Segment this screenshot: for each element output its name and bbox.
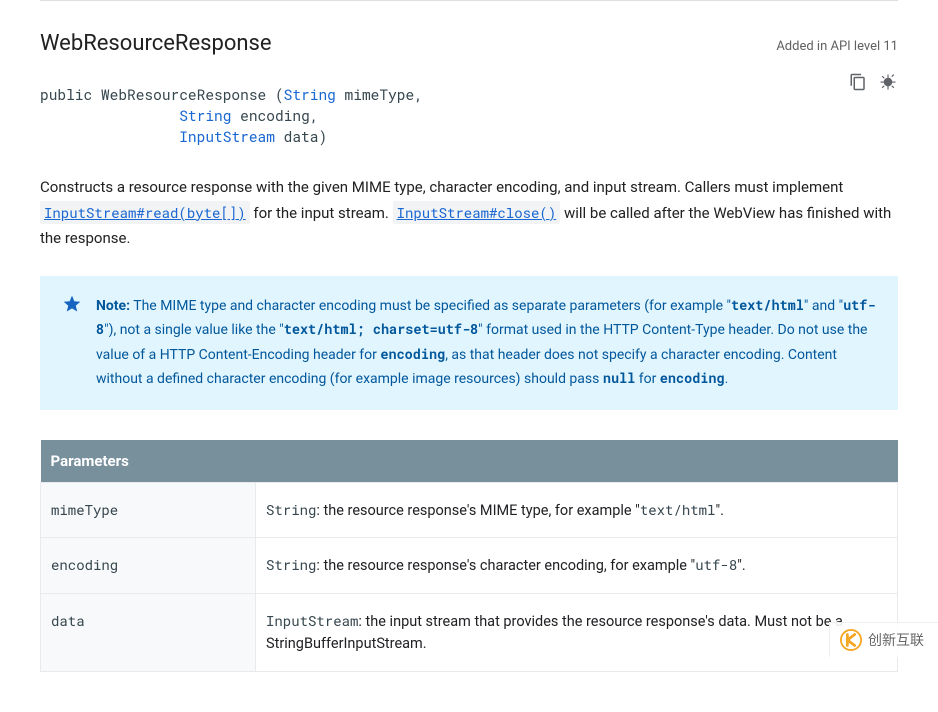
logo-icon (840, 629, 862, 651)
note-text: Note: The MIME type and character encodi… (96, 298, 875, 388)
api-level-badge: Added in API level 11 (776, 39, 898, 54)
copy-icon[interactable] (848, 72, 868, 92)
method-description: Constructs a resource response with the … (40, 175, 898, 252)
parameters-header: Parameters (41, 440, 898, 483)
param-desc: String: the resource response's characte… (256, 538, 898, 594)
method-title: WebResourceResponse (40, 31, 272, 56)
type-link-string[interactable]: String (284, 85, 336, 104)
section-divider (40, 0, 898, 1)
method-signature: public WebResourceResponse (String mimeT… (40, 84, 898, 147)
type-link-inputstream[interactable]: InputStream (179, 127, 275, 146)
link-inputstream-read[interactable]: InputStream#read(byte[]) (40, 201, 250, 224)
param-name: mimeType (41, 482, 256, 538)
table-row: data InputStream: the input stream that … (41, 594, 898, 672)
watermark-text: 创新互联 (868, 630, 924, 650)
table-row: encoding String: the resource response's… (41, 538, 898, 594)
param-desc: InputStream: the input stream that provi… (256, 594, 898, 672)
link-inputstream-close[interactable]: InputStream#close() (393, 201, 561, 224)
theme-toggle-icon[interactable] (878, 72, 898, 92)
watermark: 创新互联 (829, 622, 938, 657)
parameters-table: Parameters mimeType String: the resource… (40, 440, 898, 672)
note-callout: Note: The MIME type and character encodi… (40, 276, 898, 410)
signature-block: public WebResourceResponse (String mimeT… (40, 84, 898, 147)
type-link-string[interactable]: String (179, 106, 231, 125)
table-row: mimeType String: the resource response's… (41, 482, 898, 538)
param-name: encoding (41, 538, 256, 594)
method-header: WebResourceResponse Added in API level 1… (40, 31, 898, 56)
param-name: data (41, 594, 256, 672)
star-icon (62, 294, 82, 314)
param-desc: String: the resource response's MIME typ… (256, 482, 898, 538)
note-label: Note: (96, 298, 130, 314)
